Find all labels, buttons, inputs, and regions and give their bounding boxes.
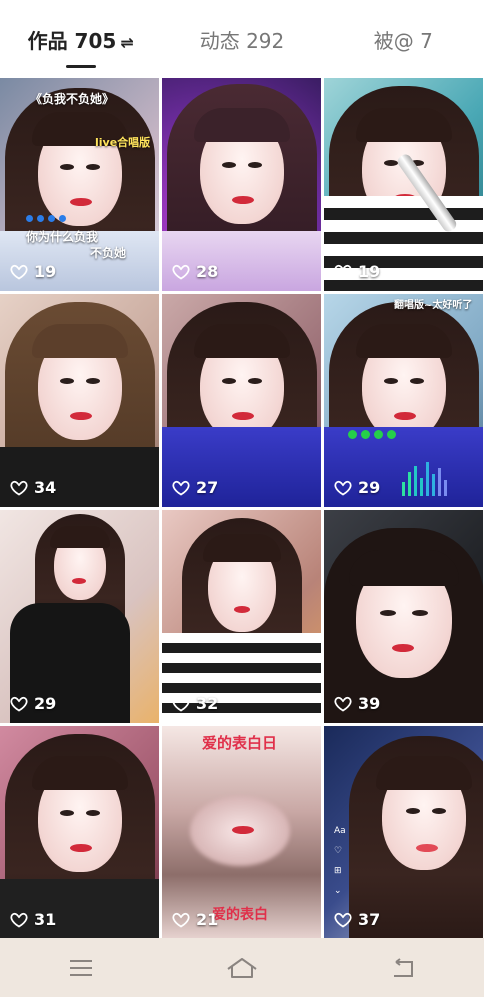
heart-icon: [10, 480, 28, 496]
heart-icon: [172, 264, 190, 280]
back-icon: [394, 957, 414, 977]
like-count: 29: [334, 478, 380, 497]
video-thumbnail[interactable]: 39: [324, 510, 483, 723]
menu-icon: [69, 959, 92, 976]
tab-dynamics[interactable]: 动态 292: [161, 0, 322, 68]
heart-icon: [334, 264, 352, 280]
video-caption-overlay: 翻唱版~太好听了: [394, 300, 473, 311]
like-count: 37: [334, 910, 380, 929]
like-count: 19: [334, 262, 380, 281]
home-icon: [227, 957, 257, 978]
video-tag-overlay: live合唱版: [95, 136, 151, 149]
video-thumbnail[interactable]: 27: [162, 294, 321, 507]
like-count: 31: [10, 910, 56, 929]
lyric-dots: [26, 215, 66, 222]
like-count: 34: [10, 478, 56, 497]
video-thumbnail[interactable]: Aa ♡ ⊞ ⌄ 37: [324, 726, 483, 938]
tab-dynamics-label: 动态 292: [199, 29, 285, 53]
heart-icon: [334, 912, 352, 928]
video-thumbnail[interactable]: 32: [162, 510, 321, 723]
tab-works-label: 作品 705: [27, 29, 117, 53]
like-count: 29: [10, 694, 56, 713]
like-count: 21: [172, 910, 218, 929]
heart-icon: [10, 264, 28, 280]
video-thumbnail[interactable]: 31: [0, 726, 159, 938]
lyric-line-2: 不负她: [90, 246, 127, 260]
heart-icon: [10, 696, 28, 712]
video-thumbnail[interactable]: 34: [0, 294, 159, 507]
video-caption-overlay: 爱的表白日: [202, 734, 278, 752]
heart-icon: [334, 696, 352, 712]
square-icon: ⊞: [334, 866, 342, 876]
lyric-line-1: 你为什么负我: [26, 230, 99, 244]
like-count: 28: [172, 262, 218, 281]
swap-icon[interactable]: ⇌: [120, 33, 133, 52]
video-thumbnail[interactable]: 29: [0, 510, 159, 723]
text-style-icon: Aa: [334, 826, 346, 836]
back-button[interactable]: [373, 948, 433, 988]
video-thumbnail[interactable]: 28: [162, 78, 321, 291]
system-navigation-bar: [0, 938, 484, 997]
audio-visualizer: [402, 456, 447, 496]
like-count: 27: [172, 478, 218, 497]
tab-mentions-label: 被@ 7: [373, 29, 433, 53]
profile-tabs: 作品 705 ⇌ 动态 292 被@ 7: [0, 0, 484, 68]
heart-icon: [172, 480, 190, 496]
video-caption-overlay-2: 爱的表白: [212, 907, 268, 923]
heart-icon: [334, 480, 352, 496]
video-thumbnail[interactable]: 19: [324, 78, 483, 291]
video-grid: 《负我不负她》 live合唱版 你为什么负我 不负她 19 28 19 34 2…: [0, 70, 484, 938]
heart-icon: [172, 696, 190, 712]
home-button[interactable]: [212, 948, 272, 988]
like-count: 32: [172, 694, 218, 713]
like-count: 19: [10, 262, 56, 281]
tab-works[interactable]: 作品 705 ⇌: [0, 0, 161, 68]
heart-icon: [172, 912, 190, 928]
chevron-down-icon: ⌄: [334, 886, 342, 896]
like-count: 39: [334, 694, 380, 713]
lyric-dots: [348, 430, 396, 439]
menu-button[interactable]: [51, 948, 111, 988]
active-tab-indicator: [65, 65, 96, 68]
heart-icon: [10, 912, 28, 928]
video-title-overlay: 《负我不负她》: [30, 92, 115, 106]
video-thumbnail[interactable]: 翻唱版~太好听了 29: [324, 294, 483, 507]
side-toolbar: Aa ♡ ⊞ ⌄: [334, 826, 346, 896]
video-thumbnail[interactable]: 《负我不负她》 live合唱版 你为什么负我 不负她 19: [0, 78, 159, 291]
heart-small-icon: ♡: [334, 846, 343, 856]
tab-mentions[interactable]: 被@ 7: [323, 0, 484, 68]
video-thumbnail[interactable]: 爱的表白日 爱的表白 21: [162, 726, 321, 938]
